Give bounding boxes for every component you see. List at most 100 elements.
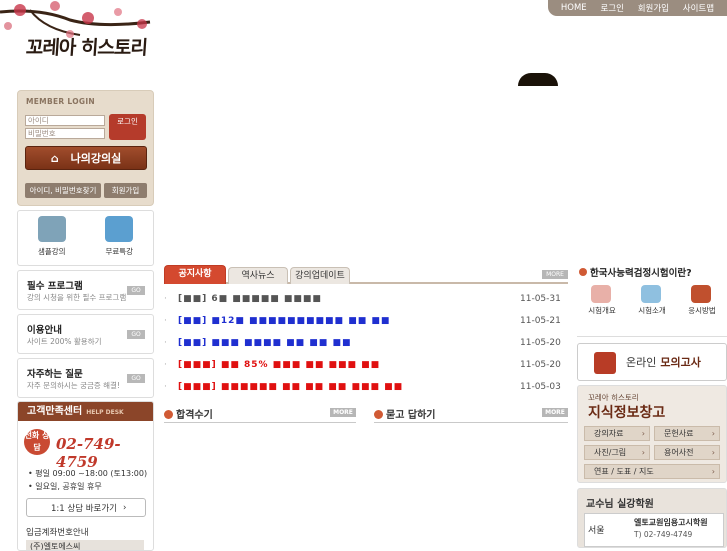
link-lecture-materials[interactable]: 강의자료 [584, 426, 650, 441]
mock-exam-prefix: 온라인 [626, 356, 657, 369]
online-mock-exam-banner[interactable]: 온라인 모의고사 [577, 343, 727, 381]
more-button[interactable]: MORE [542, 270, 568, 279]
notice-title[interactable]: [■■■] ■■■■■■ ■■ ■■ ■■ ■■■ ■■ [178, 382, 520, 392]
sample-lecture-link[interactable]: 샘플강의 [18, 211, 86, 265]
nav-home[interactable]: HOME [561, 3, 587, 13]
exam-info-title[interactable]: 한국사능력검정시험이란? [577, 265, 727, 279]
promo-subtitle: 자주 문의하시는 궁금증 해결! [27, 381, 120, 390]
chevron-right-icon: › [123, 502, 127, 513]
promo-usage-guide[interactable]: 이용안내 사이트 200% 활용하기 GO [17, 314, 154, 354]
notice-list: · [■■] 6■ ■■■■■ ■■■■ 11-05-31 · [■■] ■12■ ■■… [164, 288, 568, 398]
login-title: MEMBER LOGIN [26, 97, 95, 106]
sample-lecture-label: 샘플강의 [37, 247, 66, 256]
success-stories-title: 합격수기 [176, 410, 213, 421]
exam-method-label: 응시방법 [688, 306, 716, 315]
main-board: 공지사항 역사뉴스 강의업데이트 MORE · [■■] 6■ ■■■■■ ■■■… [164, 265, 568, 423]
notice-row[interactable]: · [■■] 6■ ■■■■■ ■■■■ 11-05-31 [164, 288, 568, 310]
link-timeline-maps[interactable]: 연표 / 도표 / 지도 [584, 464, 720, 479]
promo-title: 이용안내 [27, 325, 62, 336]
holiday-notice: • 일요일, 공휴일 휴무 [28, 482, 102, 491]
tab-notice[interactable]: 공지사항 [164, 265, 226, 284]
link-photos-images[interactable]: 사진/그림 [584, 445, 650, 460]
nav-login[interactable]: 로그인 [600, 2, 623, 14]
notice-date: 11-05-20 [520, 338, 561, 348]
professor-academy: 교수님 실강학원 서울 엘토교원임용고시학원 T) 02-749-4749 [577, 488, 727, 548]
nav-sitemap[interactable]: 사이트맵 [683, 2, 714, 14]
top-nav: HOME 로그인 회원가입 사이트맵 [548, 0, 727, 16]
exam-info-label: 한국사능력검정시험이란? [590, 268, 692, 279]
password-field[interactable]: 비밀번호 [25, 128, 105, 139]
exam-overview-link[interactable]: 시험개요 [577, 283, 627, 336]
notice-date: 11-05-20 [520, 360, 561, 370]
notice-row[interactable]: · [■■■] ■■ 85% ■■■ ■■ ■■■ ■■ 11-05-20 [164, 354, 568, 376]
nav-join[interactable]: 회원가입 [638, 2, 669, 14]
notice-title[interactable]: [■■] 6■ ■■■■■ ■■■■ [178, 294, 520, 304]
help-desk-title: 고객만족센터 [27, 406, 83, 417]
help-desk-title-en: HELP DESK [86, 409, 124, 416]
exam-overview-icon [591, 285, 611, 303]
notice-title[interactable]: [■■] ■■■ ■■■■ ■■ ■■ ■■ [178, 338, 520, 348]
link-historical-documents[interactable]: 문헌사료 [654, 426, 720, 441]
find-account-button[interactable]: 아이디, 비밀번호찾기 [25, 183, 101, 198]
go-button[interactable]: GO [127, 374, 145, 383]
bullet-icon [164, 410, 173, 419]
free-lecture-icon [105, 216, 134, 242]
my-classroom-label: 나의강의실 [70, 152, 122, 165]
qna-title: 묻고 답하기 [386, 410, 436, 421]
professor-academy-title: 교수님 실강학원 [586, 499, 654, 510]
qna-header[interactable]: 묻고 답하기 MORE [374, 406, 568, 423]
tab-history-news[interactable]: 역사뉴스 [228, 267, 288, 284]
house-icon: ⌂ [50, 151, 59, 165]
consult-label: 1:1 상담 바로가기 [51, 503, 118, 514]
notice-row[interactable]: · [■■] ■12■ ■■■■■■■■■■ ■■ ■■ 11-05-21 [164, 310, 568, 332]
notice-row[interactable]: · [■■■] ■■■■■■ ■■ ■■ ■■ ■■■ ■■ 11-05-03 [164, 376, 568, 398]
promo-required-program[interactable]: 필수 프로그램 강의 시청을 위한 필수 프로그램 GO [17, 270, 154, 310]
tab-lecture-update[interactable]: 강의업데이트 [290, 267, 350, 284]
link-glossary[interactable]: 용어사전 [654, 445, 720, 460]
one-on-one-consult-button[interactable]: 1:1 상담 바로가기 › [26, 498, 146, 517]
exam-method-link[interactable]: 응시방법 [677, 283, 727, 336]
free-lecture-link[interactable]: 무료특강 [86, 211, 154, 265]
promo-subtitle: 강의 시청을 위한 필수 프로그램 [27, 293, 127, 302]
more-button[interactable]: MORE [542, 408, 568, 417]
hill-silhouette [518, 73, 558, 86]
promo-title: 필수 프로그램 [27, 281, 83, 292]
notice-row[interactable]: · [■■] ■■■ ■■■■ ■■ ■■ ■■ 11-05-20 [164, 332, 568, 354]
bullet-icon [579, 268, 587, 276]
id-field[interactable]: 아이디 [25, 115, 105, 126]
notice-title[interactable]: [■■■] ■■ 85% ■■■ ■■ ■■■ ■■ [178, 360, 520, 370]
promo-title: 자주하는 질문 [27, 369, 83, 380]
login-box: MEMBER LOGIN 아이디 비밀번호 로그인 ⌂ 나의강의실 아이디, 비… [17, 90, 154, 206]
phone-number: 02-749-4759 [56, 435, 121, 471]
phone-badge: 전화 상담 [24, 429, 50, 455]
exam-links: 시험개요 시험소개 응시방법 [577, 283, 727, 337]
exam-method-icon [691, 285, 711, 303]
notice-date: 11-05-03 [520, 382, 561, 392]
notice-date: 11-05-21 [520, 316, 561, 326]
exam-overview-label: 시험개요 [588, 306, 616, 315]
login-button[interactable]: 로그인 [109, 114, 146, 140]
site-logo[interactable]: 꼬레아 히스토리 [25, 33, 148, 60]
bullet-icon [374, 410, 383, 419]
bullet-icon: · [164, 360, 167, 370]
success-stories-header[interactable]: 합격수기 MORE [164, 406, 356, 423]
board-tabs: 공지사항 역사뉴스 강의업데이트 MORE [164, 265, 568, 284]
mock-exam-title: 모의고사 [660, 356, 701, 369]
right-sidebar: 한국사능력검정시험이란? 시험개요 시험소개 응시방법 온라인 모의고사 꼬레아 … [577, 265, 727, 548]
exam-intro-link[interactable]: 시험소개 [627, 283, 677, 336]
bullet-icon: · [164, 338, 167, 348]
notice-title[interactable]: [■■] ■12■ ■■■■■■■■■■ ■■ ■■ [178, 316, 520, 326]
login-button-label: 로그인 [117, 117, 138, 126]
more-button[interactable]: MORE [330, 408, 356, 417]
bullet-icon: · [164, 294, 167, 304]
help-desk-header: 고객만족센터 HELP DESK [18, 402, 153, 421]
help-desk: 고객만족센터 HELP DESK 전화 상담 02-749-4759 • 평일 0… [17, 401, 154, 551]
my-classroom-button[interactable]: ⌂ 나의강의실 [25, 146, 147, 170]
academy-phone: T) 02-749-4749 [634, 530, 693, 539]
bullet-icon: · [164, 382, 167, 392]
go-button[interactable]: GO [127, 286, 145, 295]
left-sidebar: MEMBER LOGIN 아이디 비밀번호 로그인 ⌂ 나의강의실 아이디, 비… [17, 90, 154, 551]
join-button[interactable]: 회원가입 [104, 183, 147, 198]
promo-faq[interactable]: 자주하는 질문 자주 문의하시는 궁금증 해결! GO [17, 358, 154, 398]
go-button[interactable]: GO [127, 330, 145, 339]
